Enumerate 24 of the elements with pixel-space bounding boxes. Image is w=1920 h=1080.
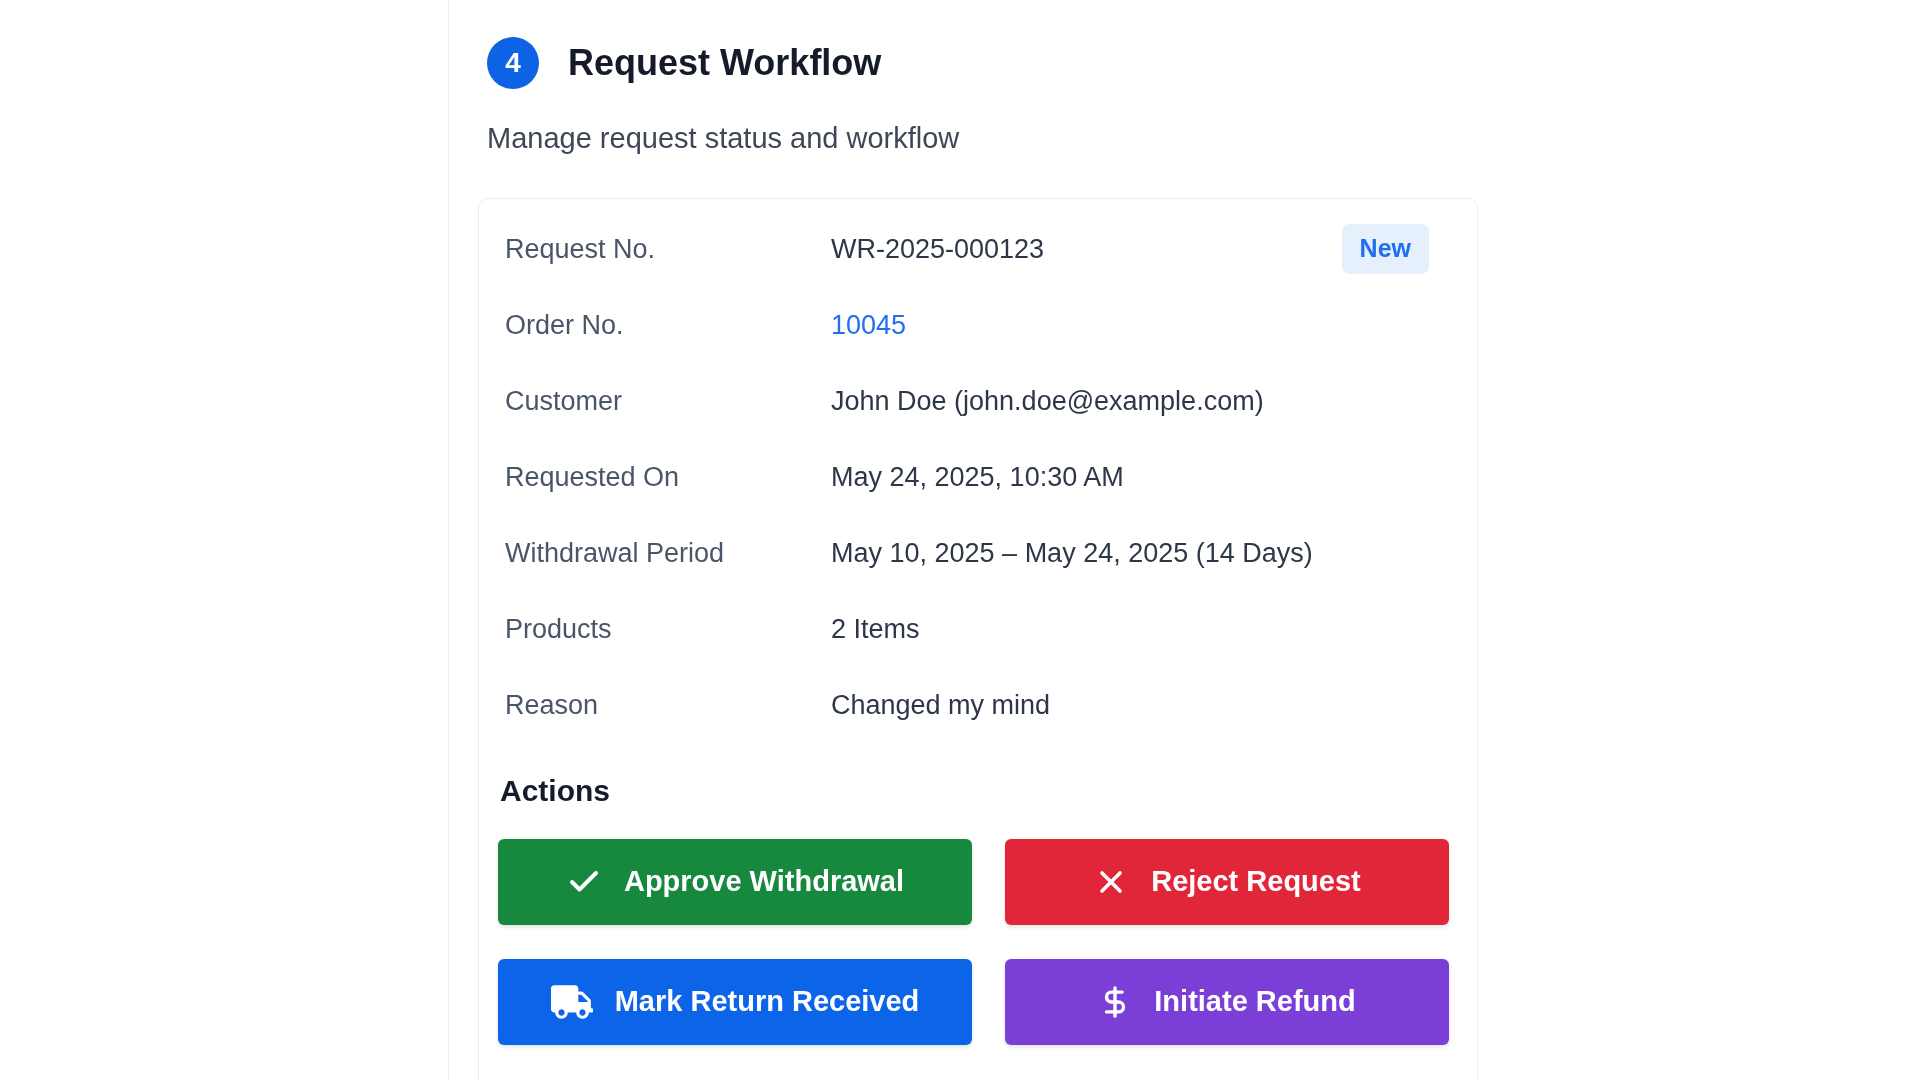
field-value: John Doe (john.doe@example.com): [831, 384, 1264, 418]
actions-heading: Actions: [500, 773, 611, 809]
field-label: Order No.: [505, 308, 625, 342]
field-value: 2 Items: [831, 612, 920, 646]
action-button[interactable]: Reject Request: [1005, 839, 1449, 925]
step-number: 4: [487, 37, 539, 89]
action-button[interactable]: Initiate Refund: [1005, 959, 1449, 1045]
field-label: Withdrawal Period: [505, 536, 726, 570]
section-title: Request Workflow: [568, 41, 882, 85]
field-label: Products: [505, 612, 613, 646]
status-badge: New: [1341, 224, 1429, 274]
field-label: Customer: [505, 384, 624, 418]
section-subtitle: Manage request status and workflow: [486, 121, 961, 156]
field-label: Reason: [505, 688, 600, 722]
field-value: WR-2025-000123: [831, 232, 1045, 266]
field-value: May 10, 2025 – May 24, 2025 (14 Days): [831, 536, 1313, 570]
action-button[interactable]: Approve Withdrawal: [498, 839, 972, 925]
field-value: May 24, 2025, 10:30 AM: [831, 460, 1124, 494]
field-value: Changed my mind: [831, 688, 1051, 722]
field-label: Request No.: [505, 232, 657, 266]
action-button[interactable]: Mark Return Received: [498, 959, 972, 1045]
order-link[interactable]: 10045: [831, 304, 907, 346]
field-label: Requested On: [505, 460, 681, 494]
truck-icon: [550, 985, 593, 1019]
